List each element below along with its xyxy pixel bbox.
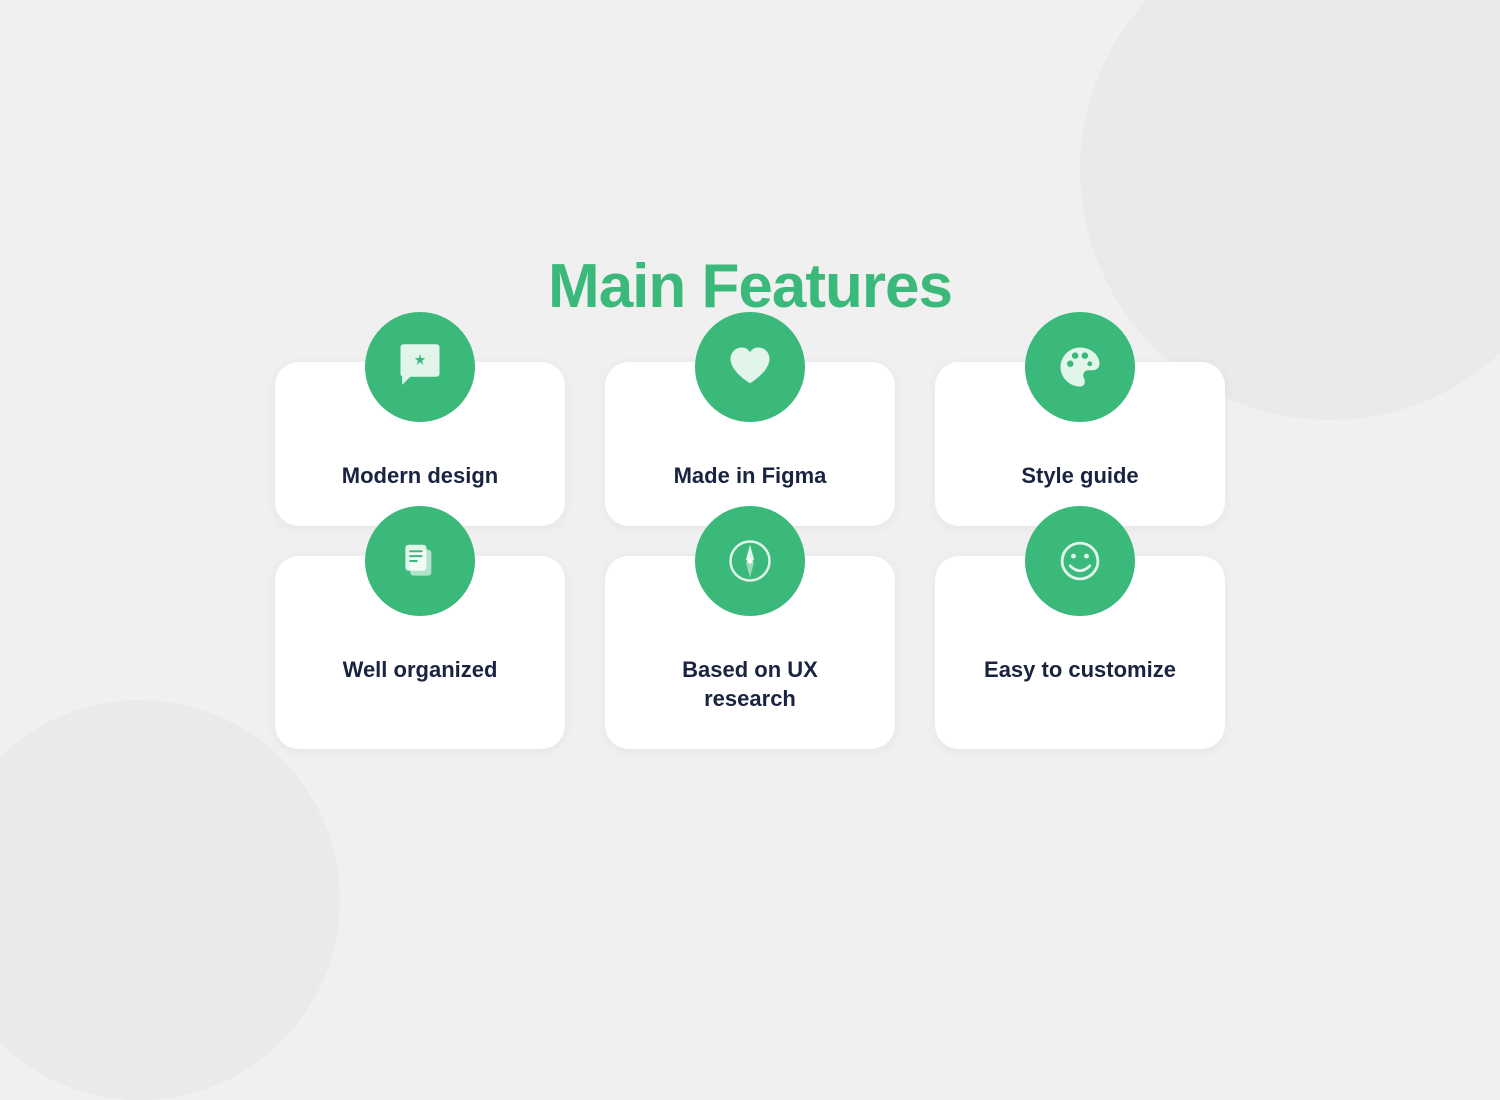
ux-research-icon-circle — [695, 506, 805, 616]
sparkle-chat-icon — [394, 341, 446, 393]
feature-card-style-guide: Style guide — [935, 362, 1225, 527]
heart-icon — [724, 341, 776, 393]
feature-card-made-in-figma: Made in Figma — [605, 362, 895, 527]
smiley-icon — [1054, 535, 1106, 587]
feature-card-well-organized: Well organized — [275, 556, 565, 749]
style-guide-label: Style guide — [1021, 462, 1138, 491]
features-row-1: Modern design Made in Figma — [200, 362, 1300, 527]
features-grid: Modern design Made in Figma — [200, 362, 1300, 750]
well-organized-label: Well organized — [343, 656, 498, 685]
easy-customize-icon-circle — [1025, 506, 1135, 616]
made-in-figma-label: Made in Figma — [674, 462, 827, 491]
easy-customize-label: Easy to customize — [984, 656, 1176, 685]
page-container: Main Features Modern design — [200, 251, 1300, 750]
compass-icon — [724, 535, 776, 587]
copy-icon — [394, 535, 446, 587]
ux-research-label: Based on UX research — [635, 656, 865, 713]
style-guide-icon-circle — [1025, 312, 1135, 422]
feature-card-ux-research: Based on UX research — [605, 556, 895, 749]
palette-icon — [1054, 341, 1106, 393]
well-organized-icon-circle — [365, 506, 475, 616]
feature-card-easy-customize: Easy to customize — [935, 556, 1225, 749]
made-in-figma-icon-circle — [695, 312, 805, 422]
modern-design-label: Modern design — [342, 462, 498, 491]
feature-card-modern-design: Modern design — [275, 362, 565, 527]
features-row-2: Well organized Based on UX research — [200, 556, 1300, 749]
modern-design-icon-circle — [365, 312, 475, 422]
